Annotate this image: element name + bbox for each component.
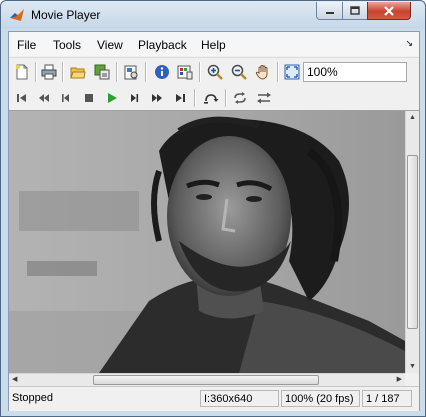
image-dimensions: I:360x640 [200,390,279,407]
new-icon[interactable] [13,63,31,81]
go-to-first-icon[interactable] [13,89,31,107]
close-button[interactable] [367,2,411,20]
stop-icon[interactable] [80,89,98,107]
go-to-last-icon[interactable] [171,89,189,107]
client-area: File Tools View Playback Help ↘ 100% ▲ ▼… [8,31,420,411]
minimize-icon [325,11,334,14]
toolbar-separator [199,62,200,82]
colormap-icon[interactable] [176,63,194,81]
horizontal-scrollbar[interactable]: ◀ ▶ [9,373,405,386]
vertical-scrollbar[interactable]: ▲ ▼ [405,111,419,373]
minimize-button[interactable] [316,2,343,20]
window-title: Movie Player [31,8,101,22]
toolbar-separator [194,89,195,107]
toolbar-separator [277,62,278,82]
status-bar: Stopped I:360x640 100% (20 fps) 1 / 187 [9,386,419,411]
scroll-right-arrow-icon[interactable]: ▶ [397,376,402,383]
scroll-left-arrow-icon[interactable]: ◀ [12,376,17,383]
horizontal-scroll-thumb[interactable] [93,375,319,385]
zoom-out-icon[interactable] [230,63,248,81]
maximize-button[interactable] [342,2,368,20]
movie-player-window: Movie Player File Tools View Playback He… [0,0,426,417]
matlab-logo-icon [9,7,25,23]
menu-bar: File Tools View Playback Help ↘ [9,32,419,56]
print-icon[interactable] [40,63,58,81]
menu-playback[interactable]: Playback [138,38,187,52]
step-forward-large-icon[interactable] [148,89,166,107]
step-back-icon[interactable] [57,89,75,107]
toolbar-separator [116,62,117,82]
movie-frame-image [9,111,405,373]
export-icon[interactable] [93,63,111,81]
zoom-in-icon[interactable] [206,63,224,81]
menu-view[interactable]: View [97,38,123,52]
open-folder-icon[interactable] [69,63,87,81]
video-frame [9,111,405,373]
zoom-input[interactable]: 100% [303,62,407,82]
playback-toolbar [9,86,419,111]
frame-counter: 1 / 187 [362,390,412,407]
toolbar-separator [145,62,146,82]
zoom-fps-readout: 100% (20 fps) [281,390,360,407]
properties-icon[interactable] [122,63,140,81]
playback-state: Stopped [12,392,53,404]
scroll-down-arrow-icon[interactable]: ▼ [409,363,416,370]
jump-to-icon[interactable] [202,89,220,107]
pan-hand-icon[interactable] [254,63,272,81]
menu-file[interactable]: File [17,38,36,52]
close-icon [384,5,394,16]
play-icon[interactable] [103,89,121,107]
vertical-scroll-thumb[interactable] [407,155,418,329]
toolbar-separator [35,62,36,82]
scroll-corner [405,373,419,386]
maximize-icon [350,5,360,15]
info-icon[interactable] [153,63,171,81]
title-bar[interactable]: Movie Player [1,1,425,29]
step-forward-icon[interactable] [125,89,143,107]
menu-tools[interactable]: Tools [53,38,81,52]
repeat-icon[interactable] [231,89,249,107]
fit-to-window-icon[interactable] [283,63,301,81]
scroll-up-arrow-icon[interactable]: ▲ [409,114,416,121]
dock-arrow-icon[interactable]: ↘ [405,38,413,49]
toolbar-separator [62,62,63,82]
step-back-large-icon[interactable] [35,89,53,107]
menu-help[interactable]: Help [201,38,226,52]
toolbar-separator [225,89,226,107]
main-toolbar: 100% [9,57,419,87]
forward-backward-icon[interactable] [255,89,273,107]
